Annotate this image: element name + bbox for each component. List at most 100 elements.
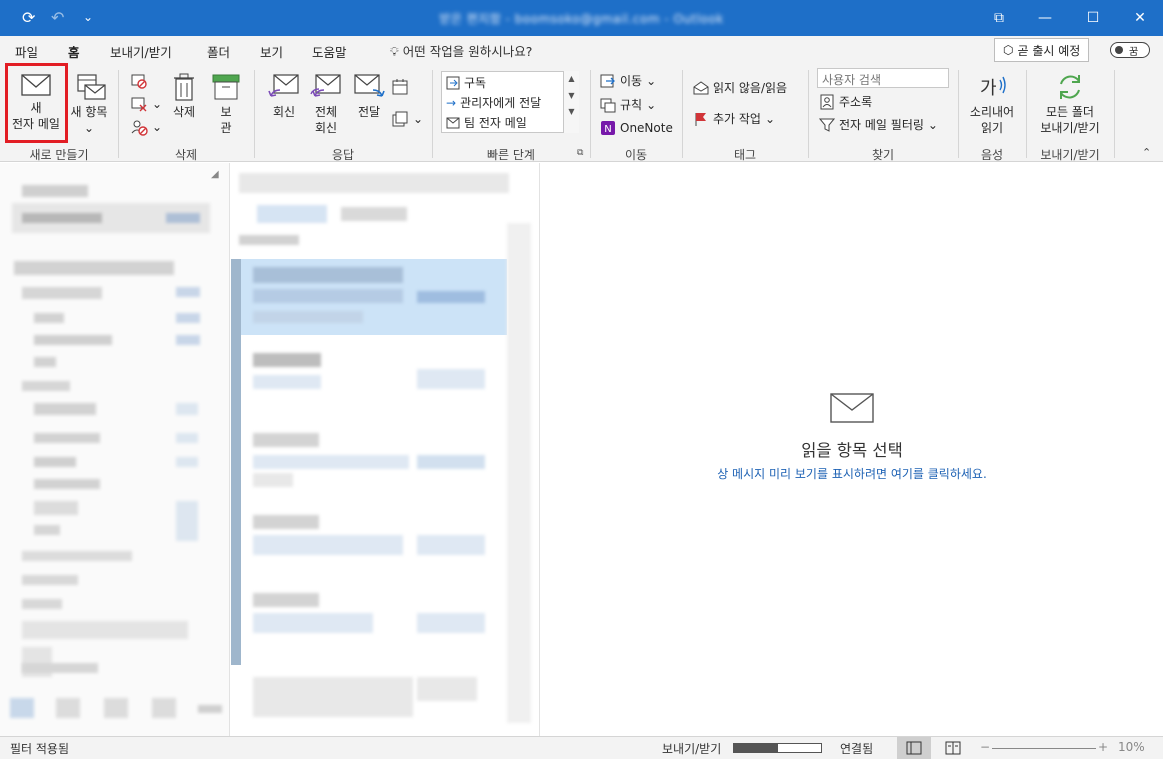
cube-icon: ⬡ [1003,43,1014,57]
unread-read-button[interactable]: 읽지 않음/읽음 [693,79,787,96]
filter-icon [819,118,835,132]
calendar-icon [392,79,408,95]
group-separator [1114,70,1115,158]
envelope-icon [446,117,460,128]
junk-button[interactable]: ⌄ [130,118,162,136]
reading-view-icon [945,741,961,755]
ribbon-display-options-icon[interactable]: ⧉ [976,0,1022,36]
coming-soon-toggle[interactable]: 꿈 [1110,42,1150,58]
address-book-button[interactable]: 주소록 [819,93,872,110]
quickstep-to-manager[interactable]: → 관리자에게 전달 [446,94,541,111]
toggle-knob [1115,46,1123,54]
coming-soon-button[interactable]: ⬡ 곧 출시 예정 [994,38,1090,62]
quickstep-team-email[interactable]: 팀 전자 메일 [446,114,527,131]
status-bar: 필터 적용됨 보내기/받기 연결됨 − + 10% [0,736,1163,759]
cleanup-button[interactable]: ⌄ [130,95,162,113]
move-button[interactable]: 이동 ⌄ [600,72,656,89]
dialog-launcher-icon[interactable]: ⧉ [577,148,583,158]
meeting-button[interactable] [391,78,409,96]
group-separator [590,70,591,158]
chevron-down-icon: ⌄ [646,97,657,112]
close-button[interactable]: ✕ [1117,0,1163,36]
tab-home[interactable]: 홈 [66,42,81,67]
rules-button[interactable]: 규칙 ⌄ [600,96,656,113]
forward-icon [354,74,385,97]
more-respond-button[interactable]: ⌄ [391,110,423,128]
new-email-highlight [5,63,68,143]
reading-view-button[interactable] [938,737,968,759]
scroll-down-icon[interactable]: ▼ [564,91,579,100]
scroll-up-icon[interactable]: ▲ [564,74,579,83]
zoom-slider[interactable] [992,748,1096,749]
tab-file[interactable]: 파일 [15,42,38,61]
group-label-quick-steps: 빠른 단계 [487,148,535,162]
reply-all-icon [310,74,341,97]
group-label-send-receive: 보내기/받기 [1040,148,1100,162]
tab-help[interactable]: 도움말 [312,42,347,61]
chevron-down-icon: ⌄ [927,117,938,132]
zoom-out-button[interactable]: − [980,740,990,754]
address-book-icon [820,94,834,109]
svg-text:가: 가 [980,78,997,99]
tab-folder[interactable]: 폴더 [207,42,230,61]
chevron-down-icon: ⌄ [152,120,163,134]
svg-text:N: N [604,124,611,135]
resize-handle-icon[interactable]: ◢ [211,169,219,180]
quickstep-subscribe[interactable]: 구독 [446,74,486,91]
new-items-button[interactable]: 새 항목 ⌄ [66,72,112,136]
move-icon [600,74,615,87]
group-label-respond: 응답 [331,148,355,162]
reply-button[interactable]: 회신 [264,72,304,120]
send-receive-all-button[interactable]: 모든 폴더 보내기/받기 [1032,72,1108,136]
ignore-button[interactable] [130,72,148,90]
rules-icon [600,98,616,112]
follow-up-button[interactable]: 추가 작업 ⌄ [693,110,775,127]
zoom-level[interactable]: 10% [1118,740,1145,754]
maximize-button[interactable]: ☐ [1070,0,1116,36]
archive-icon [212,74,240,100]
forward-button[interactable]: 전달 [350,72,388,120]
minimize-button[interactable]: — [1022,0,1068,36]
group-separator [808,70,809,158]
quick-steps-gallery: 구독 → 관리자에게 전달 팀 전자 메일 [441,71,579,133]
trash-icon [174,73,194,101]
reply-icon [268,74,299,97]
new-items-icon [77,74,106,100]
tab-view[interactable]: 보기 [260,42,283,61]
group-label-speech: 음성 [980,148,1004,162]
read-aloud-button[interactable]: 가 소리내어 읽기 [964,72,1020,136]
ignore-icon [131,74,147,89]
archive-button[interactable]: 보 관 [208,72,244,136]
group-separator [432,70,433,158]
cleanup-icon [131,97,147,112]
preview-link[interactable]: 상 메시지 미리 보기를 표시하려면 여기를 클릭하세요. [541,465,1163,482]
onenote-button[interactable]: N OneNote [600,120,673,136]
gallery-more-icon[interactable]: ▼ [564,107,579,116]
folder-pane[interactable]: ◢ [0,163,230,736]
delete-button[interactable]: 삭제 [166,72,202,120]
chevron-down-icon: ⌄ [646,73,657,88]
collapse-ribbon-icon[interactable]: ⌃ [1142,146,1151,159]
tell-me-search[interactable]: 💡︎ 어떤 작업을 원하시나요? [390,41,532,60]
subscribe-icon [446,76,460,89]
filter-email-button[interactable]: 전자 메일 필터링 ⌄ [819,116,938,133]
ribbon: 새 전자 메일 새 항목 ⌄ 새로 만들기 ⌄ ⌄ 삭제 보 관 삭제 회신 전… [0,64,1163,162]
quick-steps-scrollbar[interactable]: ▲ ▼ ▼ [563,71,579,133]
ribbon-tabs: 파일 홈 보내기/받기 폴더 보기 도움말 💡︎ 어떤 작업을 원하시나요? ⬡… [0,36,1163,67]
sync-all-icon [1060,75,1080,99]
search-people-input[interactable]: 사용자 검색 [817,68,949,88]
group-label-new: 새로 만들기 [29,148,89,162]
arrow-right-icon: → [446,95,457,110]
selection-indicator [231,259,241,665]
group-separator [682,70,683,158]
reply-all-button[interactable]: 전체 회신 [306,72,346,136]
chevron-down-icon: ⌄ [764,111,776,126]
lightbulb-icon: 💡︎ [390,44,399,59]
more-respond-icon [392,111,408,127]
progress-fill [734,744,778,752]
normal-view-button[interactable] [897,737,931,759]
chevron-down-icon: ⌄ [83,121,95,135]
zoom-in-button[interactable]: + [1098,740,1108,754]
tab-send-receive[interactable]: 보내기/받기 [110,42,172,61]
message-list[interactable] [231,163,540,736]
